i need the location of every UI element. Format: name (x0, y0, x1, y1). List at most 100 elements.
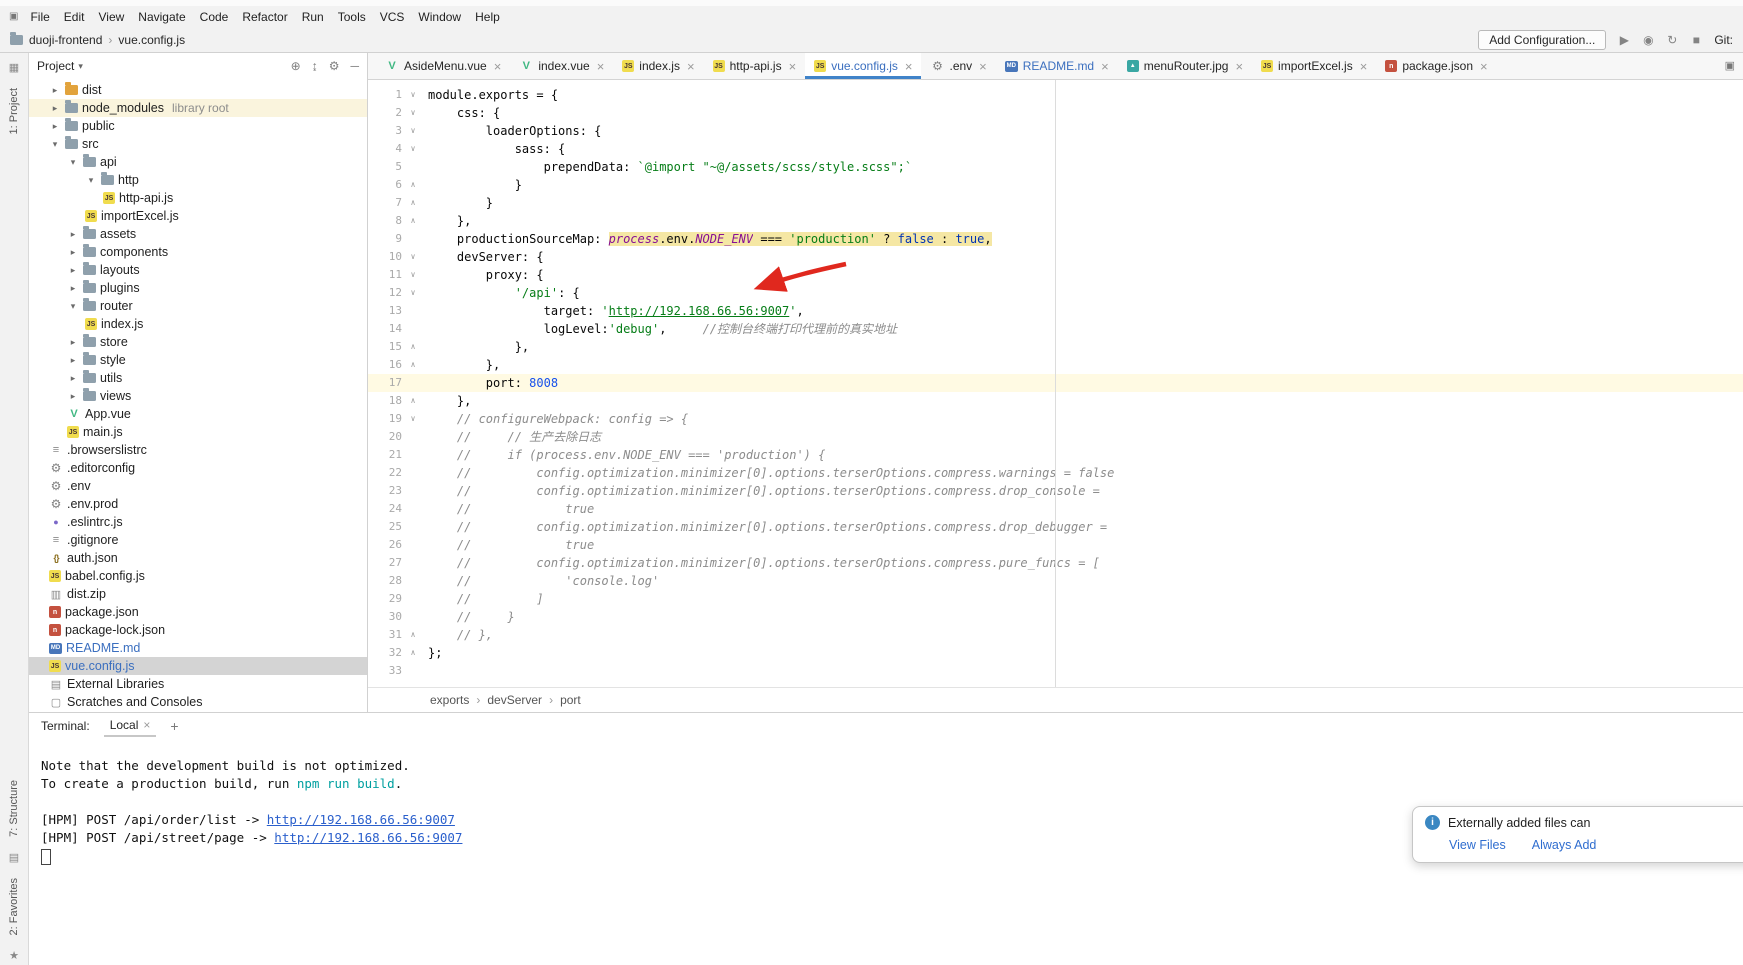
fold-marker[interactable]: ∨ (404, 284, 422, 302)
fold-marker[interactable]: ∧ (404, 212, 422, 230)
menu-view[interactable]: View (91, 9, 131, 25)
tree-item-src[interactable]: ▾src (29, 135, 367, 153)
tree-item-editorconfig[interactable]: ⚙.editorconfig (29, 459, 367, 477)
breadcrumb-exports[interactable]: exports (430, 693, 469, 707)
fold-marker[interactable]: ∧ (404, 356, 422, 374)
coverage-icon[interactable]: ↻ (1664, 33, 1680, 47)
debug-icon[interactable]: ◉ (1640, 33, 1656, 47)
close-icon[interactable]: × (687, 60, 695, 73)
tab-package-json[interactable]: npackage.json× (1376, 53, 1496, 79)
tree-item-main-js[interactable]: JSmain.js (29, 423, 367, 441)
breadcrumb-devserver[interactable]: devServer (487, 693, 542, 707)
toolbar-project-name[interactable]: duoji-frontend (29, 33, 102, 47)
toolwindow-7-structure[interactable]: 7: Structure (8, 780, 20, 837)
tree-item-external-libraries[interactable]: ▤External Libraries (29, 675, 367, 693)
collapse-all-icon[interactable]: ↨ (312, 59, 318, 73)
chevron-down-icon[interactable]: ▾ (49, 139, 61, 150)
menu-tools[interactable]: Tools (331, 9, 373, 25)
chevron-right-icon[interactable]: ▸ (49, 103, 61, 114)
menu-navigate[interactable]: Navigate (131, 9, 192, 25)
fold-marker[interactable]: ∧ (404, 338, 422, 356)
project-panel-title[interactable]: Project (37, 59, 74, 73)
tab-options-icon[interactable]: ▣ (1725, 59, 1735, 72)
menu-vcs[interactable]: VCS (373, 9, 412, 25)
menu-help[interactable]: Help (468, 9, 507, 25)
toolwindow-1-project[interactable]: 1: Project (8, 88, 20, 134)
close-icon[interactable]: × (1101, 60, 1109, 73)
fold-marker[interactable]: ∨ (404, 248, 422, 266)
tree-item-views[interactable]: ▸views (29, 387, 367, 405)
toolbar-file-name[interactable]: vue.config.js (118, 33, 185, 47)
hide-panel-icon[interactable]: ─ (350, 59, 359, 73)
tab-http-api-js[interactable]: JShttp-api.js× (704, 53, 806, 79)
stop-icon[interactable]: ■ (1688, 33, 1704, 47)
chevron-right-icon[interactable]: ▸ (49, 121, 61, 132)
tree-item-style[interactable]: ▸style (29, 351, 367, 369)
close-icon[interactable]: × (494, 60, 502, 73)
tree-item-app-vue[interactable]: VApp.vue (29, 405, 367, 423)
settings-icon[interactable]: ⚙ (329, 59, 340, 73)
new-terminal-button[interactable]: + (170, 718, 178, 734)
menu-edit[interactable]: Edit (57, 9, 92, 25)
tree-item-vue-config-js[interactable]: JSvue.config.js (29, 657, 367, 675)
chevron-down-icon[interactable]: ▾ (78, 61, 83, 72)
menu-run[interactable]: Run (295, 9, 331, 25)
tab-menurouter-jpg[interactable]: ▲menuRouter.jpg× (1118, 53, 1252, 79)
breadcrumb-port[interactable]: port (560, 693, 581, 707)
tree-item-eslintrc-js[interactable]: ●.eslintrc.js (29, 513, 367, 531)
close-icon[interactable]: × (1235, 60, 1243, 73)
fold-marker[interactable]: ∨ (404, 266, 422, 284)
view-files-link[interactable]: View Files (1449, 838, 1506, 852)
tree-item-store[interactable]: ▸store (29, 333, 367, 351)
tab-index-vue[interactable]: Vindex.vue× (510, 53, 613, 79)
tree-item-package-lock-json[interactable]: npackage-lock.json (29, 621, 367, 639)
fold-marker[interactable]: ∧ (404, 176, 422, 194)
tree-item-env-prod[interactable]: ⚙.env.prod (29, 495, 367, 513)
close-icon[interactable]: × (1360, 60, 1368, 73)
tree-item-dist-zip[interactable]: ▥dist.zip (29, 585, 367, 603)
always-add-link[interactable]: Always Add (1532, 838, 1597, 852)
chevron-down-icon[interactable]: ▾ (67, 301, 79, 312)
fold-marker[interactable]: ∧ (404, 194, 422, 212)
tree-item-package-json[interactable]: npackage.json (29, 603, 367, 621)
tree-item-public[interactable]: ▸public (29, 117, 367, 135)
tree-item-env[interactable]: ⚙.env (29, 477, 367, 495)
toolwindow-2-favorites[interactable]: 2: Favorites (8, 878, 20, 935)
menu-code[interactable]: Code (193, 9, 236, 25)
fold-marker[interactable]: ∧ (404, 626, 422, 644)
fold-marker[interactable]: ∨ (404, 410, 422, 428)
tree-item-utils[interactable]: ▸utils (29, 369, 367, 387)
editor[interactable]: 1∨module.exports = {2∨ css: {3∨ loaderOp… (368, 80, 1743, 687)
terminal-link[interactable]: http://192.168.66.56:9007 (274, 830, 462, 845)
run-icon[interactable]: ▶ (1616, 33, 1632, 47)
close-icon[interactable]: × (905, 60, 913, 73)
tab-asidemenu-vue[interactable]: VAsideMenu.vue× (376, 53, 510, 79)
tree-item-importexcel-js[interactable]: JSimportExcel.js (29, 207, 367, 225)
fold-marker[interactable]: ∧ (404, 392, 422, 410)
add-configuration-button[interactable]: Add Configuration... (1478, 30, 1606, 50)
close-icon[interactable]: × (143, 718, 150, 732)
tree-item-index-js[interactable]: JSindex.js (29, 315, 367, 333)
menu-window[interactable]: Window (411, 9, 468, 25)
fold-marker[interactable]: ∨ (404, 104, 422, 122)
close-icon[interactable]: × (979, 60, 987, 73)
chevron-right-icon[interactable]: ▸ (67, 283, 79, 294)
tree-item-api[interactable]: ▾api (29, 153, 367, 171)
menu-file[interactable]: File (23, 9, 56, 25)
tab-readme-md[interactable]: MDREADME.md× (996, 53, 1118, 79)
close-icon[interactable]: × (789, 60, 797, 73)
tree-item-babel-config-js[interactable]: JSbabel.config.js (29, 567, 367, 585)
tree-item-readme-md[interactable]: MDREADME.md (29, 639, 367, 657)
fold-marker[interactable]: ∨ (404, 86, 422, 104)
terminal-tab-local[interactable]: Local × (104, 715, 157, 737)
fold-marker[interactable]: ∧ (404, 644, 422, 662)
tree-item-http[interactable]: ▾http (29, 171, 367, 189)
chevron-right-icon[interactable]: ▸ (67, 373, 79, 384)
tree-item-node-modules[interactable]: ▸node_moduleslibrary root (29, 99, 367, 117)
chevron-right-icon[interactable]: ▸ (67, 265, 79, 276)
tree-item-auth-json[interactable]: {}auth.json (29, 549, 367, 567)
tree-item-components[interactable]: ▸components (29, 243, 367, 261)
chevron-down-icon[interactable]: ▾ (67, 157, 79, 168)
tab-vue-config-js[interactable]: JSvue.config.js× (805, 53, 921, 79)
tree-item-layouts[interactable]: ▸layouts (29, 261, 367, 279)
